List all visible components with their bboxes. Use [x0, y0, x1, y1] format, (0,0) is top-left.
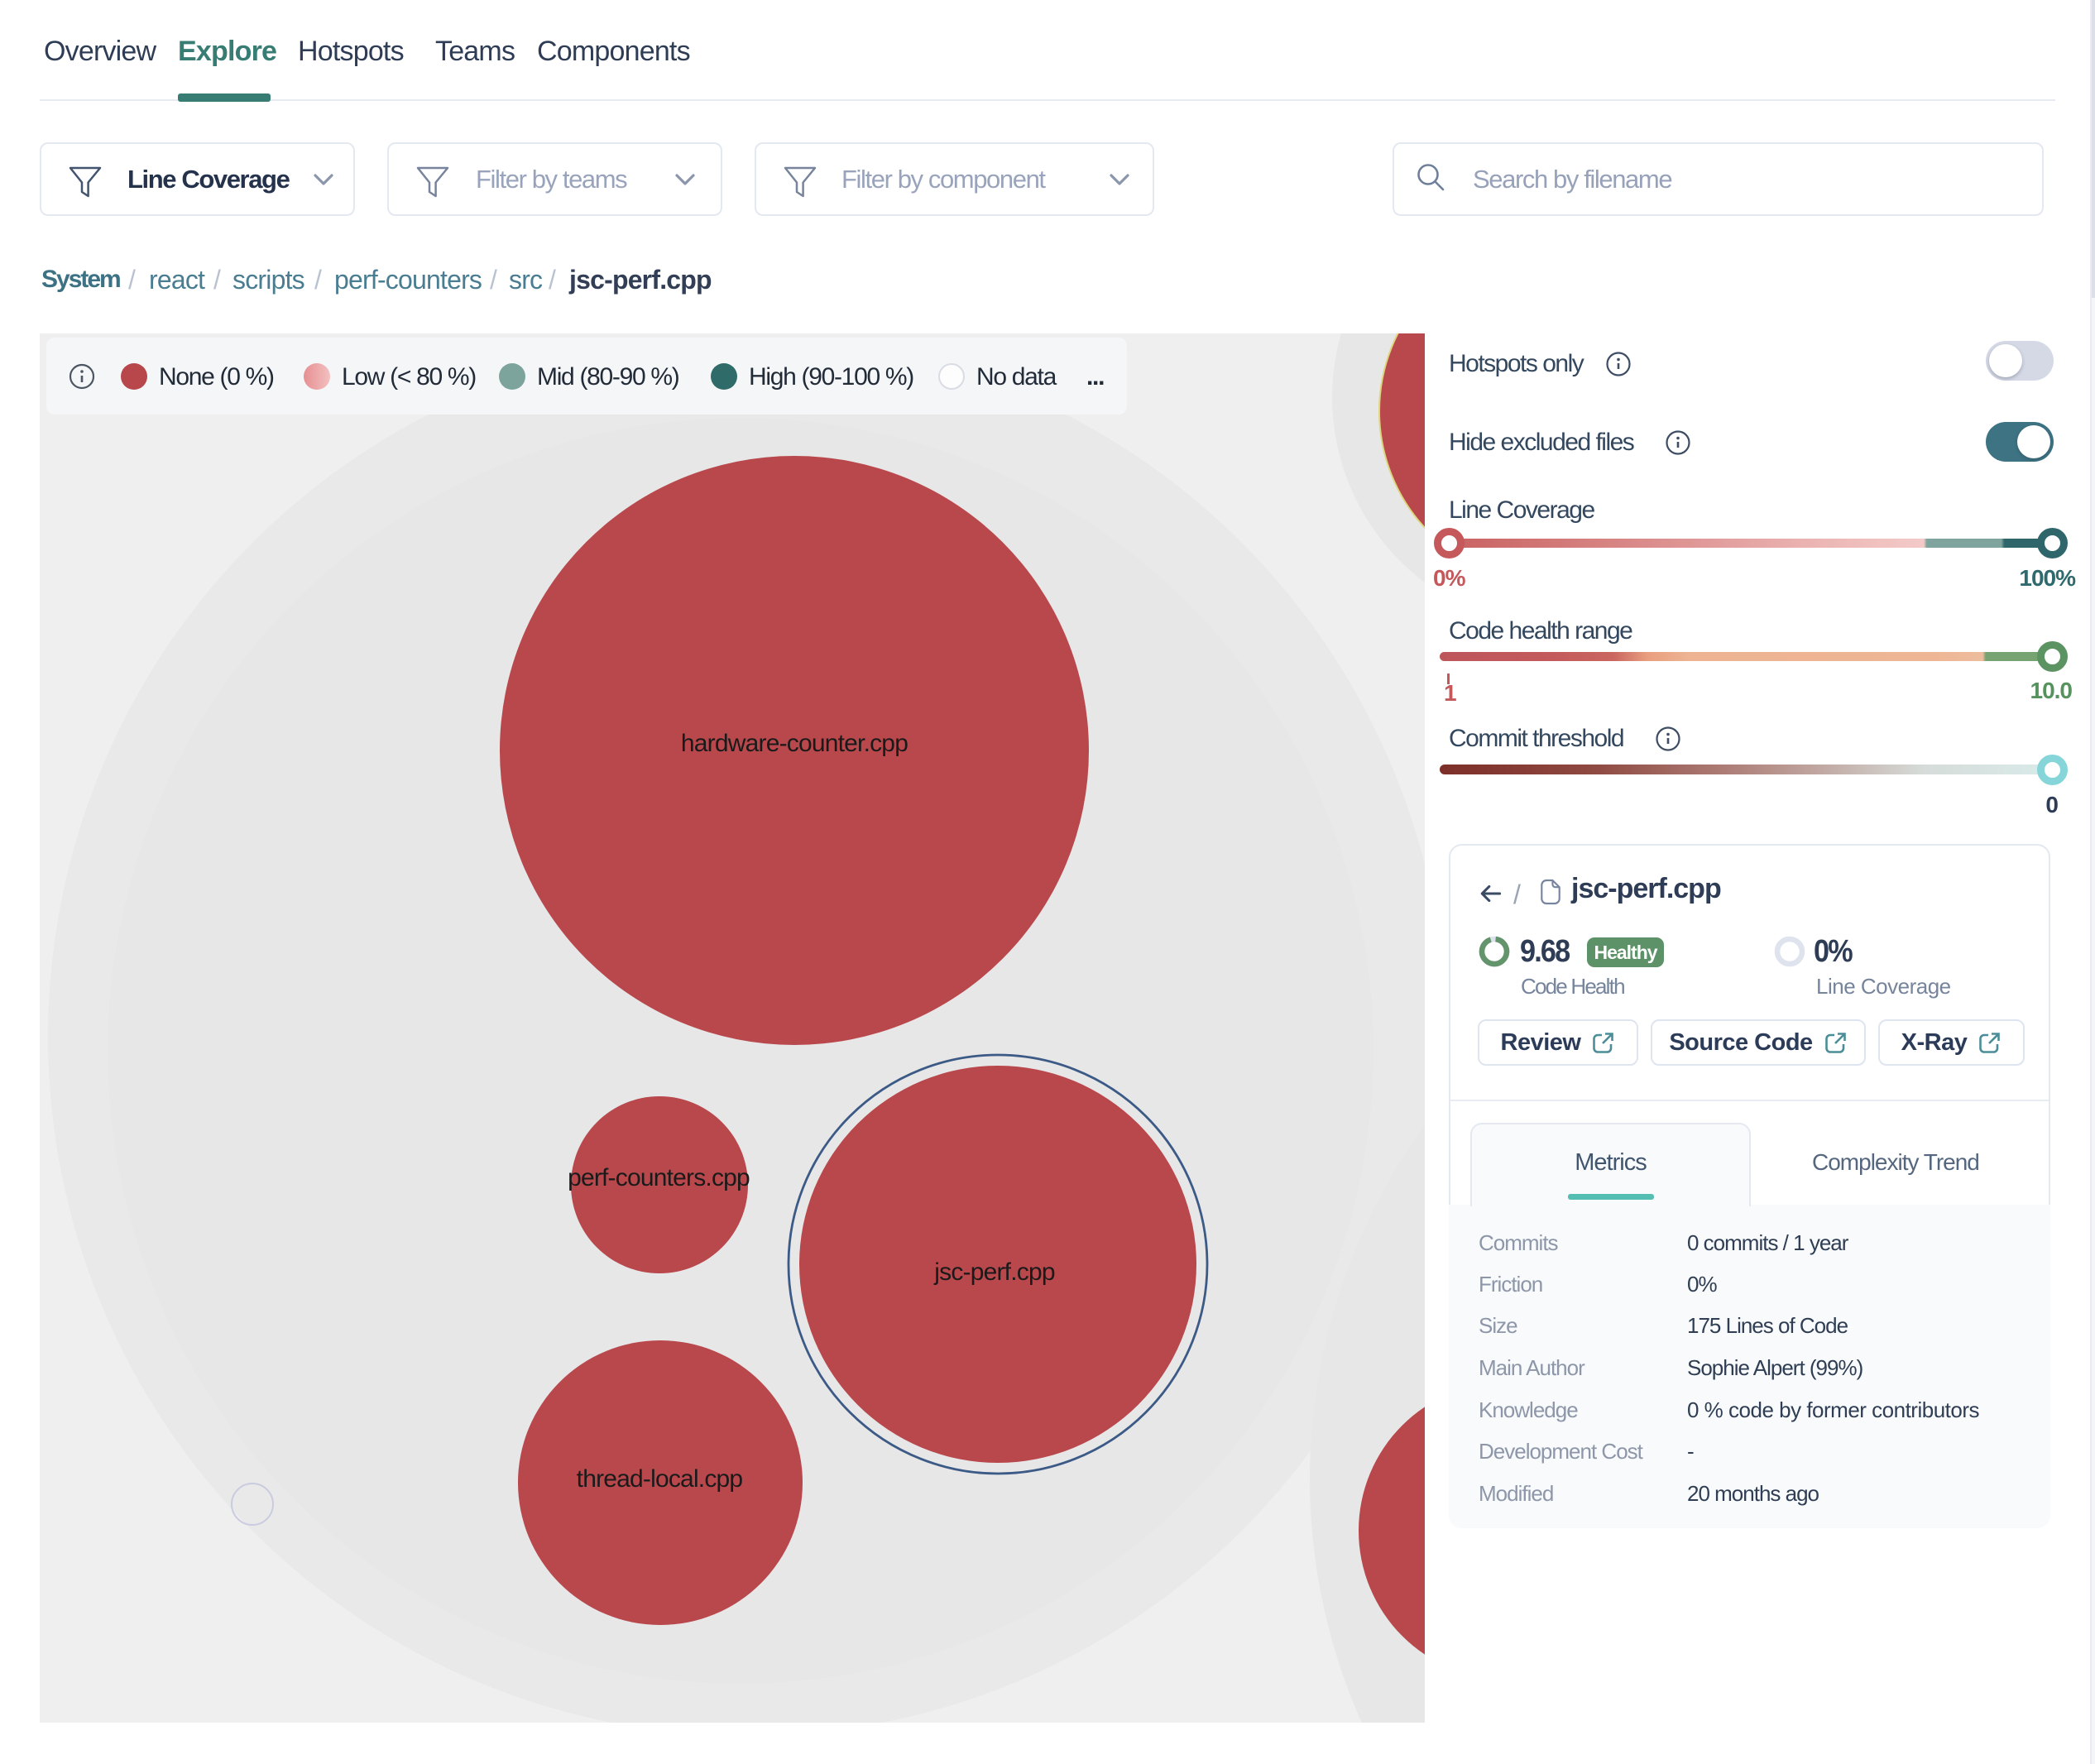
svg-text:thread-local.cpp: thread-local.cpp — [577, 1465, 743, 1493]
svg-text:None (0 %): None (0 %) — [159, 363, 274, 391]
svg-text:Mid (80-90 %): Mid (80-90 %) — [537, 363, 679, 391]
svg-text:jsc-perf.cpp: jsc-perf.cpp — [933, 1258, 1055, 1286]
svg-text:hardware-counter.cpp: hardware-counter.cpp — [681, 730, 908, 757]
svg-text:No data: No data — [976, 363, 1057, 391]
svg-text:...: ... — [1086, 363, 1104, 391]
svg-text:Low (< 80 %): Low (< 80 %) — [342, 363, 476, 391]
svg-text:High (90-100 %): High (90-100 %) — [749, 363, 913, 391]
svg-text:perf-counters.cpp: perf-counters.cpp — [568, 1164, 750, 1191]
